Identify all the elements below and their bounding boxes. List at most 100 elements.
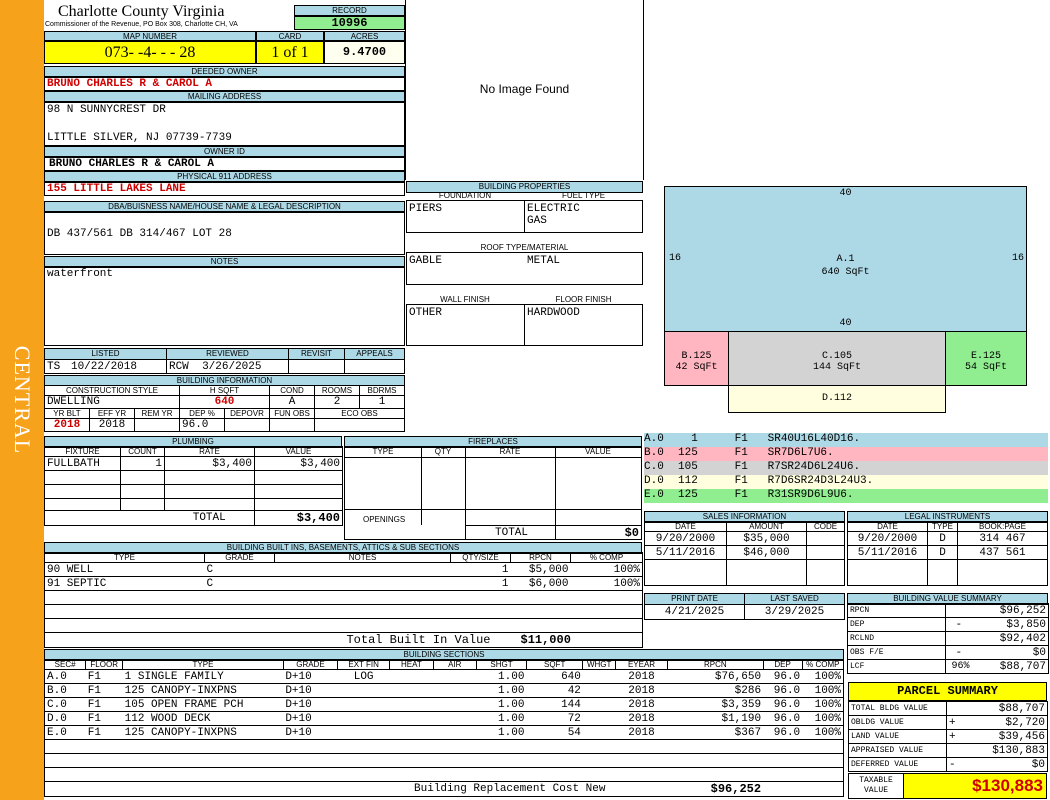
sections-h-rpcn: RPCN (667, 659, 764, 670)
fireplaces-h-rate: RATE (499, 447, 521, 456)
deeded-owner: BRUNO CHARLES R & CAROL A (44, 76, 405, 91)
table-row: 5/11/2016 $46,000 (644, 545, 845, 560)
foundation-value: PIERS (409, 203, 443, 215)
dep-label: DEP % (179, 408, 225, 419)
table-row: LAND VALUE + $39,456 (848, 729, 1048, 744)
section-whgt (583, 684, 616, 698)
section-sqft: 640 (561, 670, 581, 683)
sale-code (806, 545, 845, 560)
print-date-label: PRINT DATE (644, 593, 745, 605)
ecoobs-value (314, 418, 405, 432)
remyr-label: REM YR (134, 408, 180, 419)
sections-h-floor: FLOOR (85, 659, 124, 670)
builtins-total: $11,000 (520, 633, 571, 647)
table-row: 9/20/2000 $35,000 (644, 531, 845, 546)
yrblt-value: 2018 (44, 418, 90, 432)
sketch-section-c: C.105 144 SqFt (728, 331, 946, 386)
vs-value: $0 (1032, 646, 1046, 659)
hsqft-label: H SQFT (179, 385, 270, 396)
foundation-label: FOUNDATION (438, 191, 492, 200)
plumbing-count: 1 (120, 456, 165, 471)
fireplaces-h-value: VALUE (585, 447, 611, 456)
listing-table: LISTED REVIEWED REVISIT APPEALS TS 10/22… (43, 348, 405, 374)
vs-label: LCF (847, 659, 946, 674)
sales-h-code: CODE (806, 521, 845, 532)
section-grade: D+10 (285, 726, 312, 739)
sketch-d-name: D.112 (821, 393, 852, 404)
building-sketch: 40 40 16 16 A.1 640 SqFt B.125 42 SqFt C… (644, 0, 1048, 432)
card-number: 1 of 1 (256, 41, 324, 64)
section-comp: 100% (814, 712, 841, 725)
record-label: RECORD (294, 5, 405, 16)
ps-sign: + (949, 730, 956, 743)
fireplaces-total-label: TOTAL (495, 527, 529, 539)
vector-code: 125 (678, 447, 698, 459)
vector-path: SR40U16L40D16. (767, 433, 861, 445)
sections-h-whgt: WHGT (582, 659, 616, 670)
builtin-grade: C (206, 563, 214, 576)
section-heat (390, 712, 433, 726)
vector-row: D.0 112 F1 R7D6SR24D3L24U3. (644, 475, 1048, 489)
section-sec: D.0 (47, 712, 67, 725)
vector-code: 125 (678, 489, 698, 501)
builtins-h-notes: NOTES (274, 552, 451, 563)
print-table: PRINT DATE LAST SAVED 4/21/2025 3/29/202… (644, 593, 845, 620)
section-sqft: 54 (567, 726, 581, 739)
sales-h-date: DATE (644, 521, 727, 532)
section-air (433, 670, 476, 684)
section-dep: 96.0 (773, 698, 801, 711)
roof-type: GABLE (409, 255, 443, 267)
section-type: 112 WOOD DECK (124, 712, 211, 725)
section-grade: D+10 (285, 670, 312, 683)
sketch-e-name: E.125 (970, 351, 1001, 362)
ps-label: TOTAL BLDG VALUE (848, 701, 947, 716)
sections-h-extfin: EXT FIN (337, 659, 391, 670)
section-eyear: 2018 (628, 670, 655, 683)
ps-sign (947, 744, 969, 758)
builtin-rpcn: $5,000 (528, 563, 569, 576)
section-floor: F1 (87, 670, 101, 683)
roof-label: ROOF TYPE/MATERIAL (480, 243, 569, 252)
vector-sec: E.0 (644, 489, 664, 501)
section-comp: 100% (814, 684, 841, 697)
taxable-label-1: TAXABLE (859, 776, 893, 785)
vs-sign (946, 604, 972, 618)
section-eyear: 2018 (628, 684, 655, 697)
table-row: 90 WELL C 1 $5,000 100% (44, 563, 643, 577)
builtins-h-type: TYPE (44, 552, 205, 563)
vector-code: 1 (691, 433, 698, 445)
legal-date: 5/11/2016 (847, 545, 928, 560)
builtin-comp: 100% (613, 577, 640, 590)
parcel-summary-title: PARCEL SUMMARY (848, 682, 1047, 701)
listed-date: 10/22/2018 (68, 359, 167, 374)
card-label: CARD (256, 31, 324, 41)
vs-label: RCLND (847, 631, 946, 646)
section-comp: 100% (814, 698, 841, 711)
table-row: C.0 F1 105 OPEN FRAME PCH D+10 1.00 144 2018 $3… (44, 698, 844, 712)
hsqft-value: 640 (179, 395, 270, 409)
builtins-h-qty: QTY/SIZE (450, 552, 511, 563)
appeals-label: APPEALS (344, 348, 405, 360)
vs-sign (946, 632, 972, 646)
sections-h-sec: SEC# (43, 659, 87, 670)
sections-h-comp: % COMP (801, 659, 845, 670)
owner-id: BRUNO CHARLES R & CAROL A (44, 156, 405, 171)
vector-path: R7SR24D6L24U6. (767, 461, 861, 473)
ps-value: $88,707 (998, 702, 1045, 715)
legal-description: DB 437/561 DB 314/467 LOT 28 (47, 228, 232, 240)
fireplaces-box: TYPE QTY RATE VALUE OPENINGS TOTAL $0 (344, 446, 642, 540)
sale-date: 9/20/2000 (644, 531, 727, 546)
sketch-a-top-dim: 40 (839, 188, 852, 199)
acres-label: ACRES (324, 31, 405, 41)
sketch-c-area: 144 SqFt (812, 362, 861, 373)
table-row: 5/11/2016 D 437 561 (847, 545, 1048, 560)
vector-floor: F1 (734, 447, 748, 459)
mailing-line-2: LITTLE SILVER, NJ 07739-7739 (47, 132, 232, 144)
sections-h-air: AIR (432, 659, 478, 670)
section-heat (390, 726, 433, 740)
floor-finish-label: FLOOR FINISH (555, 295, 612, 304)
builtin-type: 91 SEPTIC (47, 577, 107, 590)
section-shgt: 1.00 (498, 726, 525, 739)
builtins-h-grade: GRADE (204, 552, 275, 563)
section-air (433, 698, 476, 712)
